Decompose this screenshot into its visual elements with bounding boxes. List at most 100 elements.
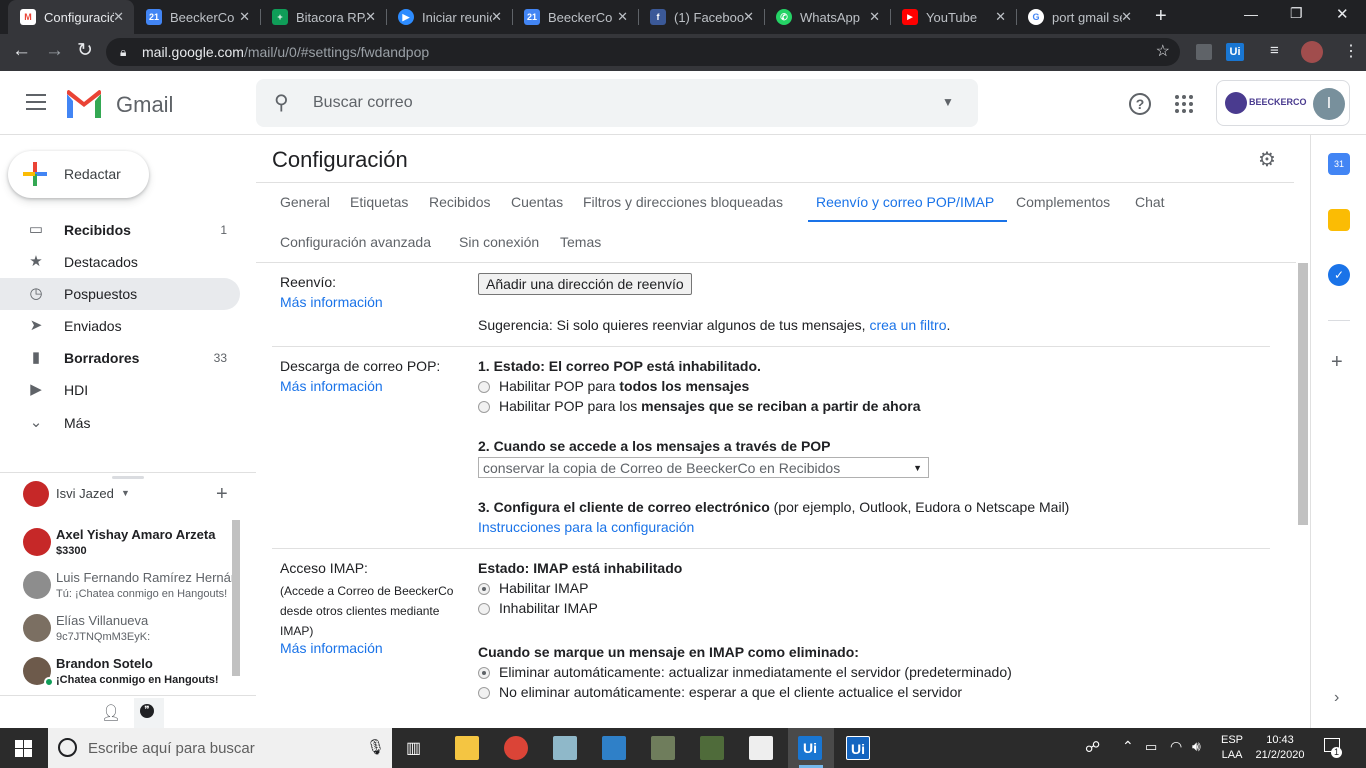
app-icon[interactable] [700,736,724,760]
browser-tab[interactable]: ▶ Iniciar reunión ✕ [386,0,512,34]
new-tab-icon[interactable]: + [1155,5,1167,28]
volume-icon[interactable]: 🔊︎ [1192,738,1201,755]
uipath-extension-icon[interactable]: Ui [1226,43,1244,61]
tab-general[interactable]: General [280,194,330,210]
taskbar-search[interactable]: Escribe aquí para buscar 🎙︎ [48,728,392,768]
contact-item[interactable]: Brandon Sotelo ¡Chatea conmigo en Hangou… [0,653,240,693]
uipath-robot-icon[interactable]: Ui [846,736,870,760]
help-icon[interactable]: ? [1129,93,1151,115]
search-icon[interactable]: ⚲ [274,90,289,115]
battery-icon[interactable]: ▭ [1145,739,1157,755]
extension-icon[interactable] [1196,44,1212,60]
search-input[interactable]: Buscar correo [313,94,413,112]
tab-temas[interactable]: Temas [560,234,601,250]
hangouts-icon[interactable]: ❞ [140,704,154,718]
close-icon[interactable]: ✕ [491,9,502,25]
tab-reenvio-pop-imap[interactable]: Reenvío y correo POP/IMAP [816,194,994,210]
compose-button[interactable]: Redactar [8,151,149,198]
imap-more-info-link[interactable]: Más información [280,640,383,656]
windows-start-icon[interactable] [15,740,32,757]
reload-icon[interactable]: ↻ [77,39,93,62]
tab-sin-conexion[interactable]: Sin conexión [459,234,539,250]
imap-no-expunge-radio[interactable] [478,687,490,699]
browser-tab[interactable]: ✆ WhatsApp ✕ [764,0,890,34]
close-icon[interactable]: ✕ [365,9,376,25]
tab-configuracion-avanzada[interactable]: Configuración avanzada [280,234,431,250]
app-icon[interactable] [553,736,577,760]
pop-action-select[interactable]: conservar la copia de Correo de BeeckerC… [478,457,929,478]
contact-item[interactable]: Elías Villanueva 9c7JTNQmM3EyK: [0,610,240,650]
minimize-icon[interactable]: — [1244,6,1258,22]
app-icon[interactable] [651,736,675,760]
forward-icon[interactable]: → [45,40,64,62]
imap-disable-radio[interactable] [478,603,490,615]
create-filter-link[interactable]: crea un filtro [869,317,946,333]
browser-tab[interactable]: M Configuración ✕ [8,0,134,34]
imap-enable-radio[interactable] [478,583,490,595]
task-view-icon[interactable]: ▥ [406,738,421,758]
gmail-logo-icon[interactable] [65,90,103,123]
bookmark-star-icon[interactable]: ☆ [1156,38,1170,66]
sidebar-item-mas[interactable]: ⌄ Más [0,407,240,439]
profile-avatar[interactable] [1301,41,1323,63]
sidebar-item-pospuestos[interactable]: ◷ Pospuestos [0,278,240,310]
close-icon[interactable]: ✕ [869,9,880,25]
keep-icon[interactable] [1328,209,1350,231]
tasks-icon[interactable]: ✓ [1328,264,1350,286]
sidebar-item-enviados[interactable]: ➤ Enviados [0,310,240,342]
tab-complementos[interactable]: Complementos [1016,194,1110,210]
tab-cuentas[interactable]: Cuentas [511,194,563,210]
calendar-icon[interactable]: 31 [1328,153,1350,175]
search-options-icon[interactable]: ▼ [942,95,954,109]
clock[interactable]: 10:43 21/2/2020 [1255,733,1305,763]
uipath-studio-icon[interactable]: Ui [798,736,822,760]
sidebar-item-recibidos[interactable]: ▭ Recibidos 1 [0,214,240,246]
tab-filtros[interactable]: Filtros y direcciones bloqueadas [583,194,783,210]
chevron-right-icon[interactable]: › [1334,689,1339,707]
window-close-icon[interactable]: ✕ [1336,5,1349,23]
forward-more-info-link[interactable]: Más información [280,294,383,310]
tab-etiquetas[interactable]: Etiquetas [350,194,408,210]
browser-tab[interactable]: ▶ YouTube ✕ [890,0,1016,34]
config-instructions-link[interactable]: Instrucciones para la configuración [478,519,694,535]
chevron-up-icon[interactable]: ⌃ [1122,738,1134,755]
close-icon[interactable]: ✕ [617,9,628,25]
close-icon[interactable]: ✕ [995,9,1006,25]
taskbar-search-input[interactable]: Escribe aquí para buscar [88,740,255,757]
people-icon[interactable]: ☍ [1085,738,1100,756]
chevron-down-icon[interactable]: ▼ [121,488,130,498]
browser-tab[interactable]: 21 BeeckerCo ✕ [134,0,260,34]
language-indicator[interactable]: ESP LAA [1221,733,1243,763]
address-bar[interactable]: 🔒︎ mail.google.com/mail/u/0/#settings/fw… [106,38,1180,66]
pop-more-info-link[interactable]: Más información [280,378,383,394]
new-conversation-icon[interactable]: + [216,483,228,506]
close-icon[interactable]: ✕ [239,9,250,25]
microphone-icon[interactable]: 🎙︎ [366,738,385,756]
sidebar-item-hdi[interactable]: ▶ HDI [0,374,240,406]
clapper-icon[interactable] [749,736,773,760]
contact-item[interactable]: Axel Yishay Amaro Arzeta $3300 [0,524,240,564]
add-addon-icon[interactable]: + [1331,351,1343,374]
pop-new-radio[interactable] [478,401,490,413]
browser-tab[interactable]: f (1) Facebook ✕ [638,0,764,34]
kebab-menu-icon[interactable]: ⋮ [1343,41,1359,61]
avatar[interactable]: I [1313,88,1345,120]
gear-icon[interactable]: ⚙ [1258,147,1276,172]
imap-auto-expunge-radio[interactable] [478,667,490,679]
restore-icon[interactable]: ❐ [1290,5,1303,22]
person-icon[interactable]: 👤︎ [101,703,121,723]
chrome-icon[interactable] [504,736,528,760]
account-switcher[interactable]: BEECKERCO I [1216,80,1350,126]
close-icon[interactable]: ✕ [1121,9,1132,25]
contacts-scrollbar[interactable] [232,520,240,676]
wifi-icon[interactable]: ◠ [1170,738,1182,755]
close-icon[interactable]: ✕ [113,9,124,25]
main-menu-icon[interactable] [26,94,46,110]
add-forward-address-button[interactable]: Añadir una dirección de reenvío [478,273,692,295]
sidebar-item-destacados[interactable]: ★ Destacados [0,246,240,278]
apps-grid-icon[interactable] [1175,95,1193,113]
browser-tab[interactable]: + Bitacora RPA ✕ [260,0,386,34]
contact-item[interactable]: Luis Fernando Ramírez Hernández Tú: ¡Cha… [0,567,240,607]
close-icon[interactable]: ✕ [743,9,754,25]
panel-resize-handle[interactable] [112,476,144,479]
